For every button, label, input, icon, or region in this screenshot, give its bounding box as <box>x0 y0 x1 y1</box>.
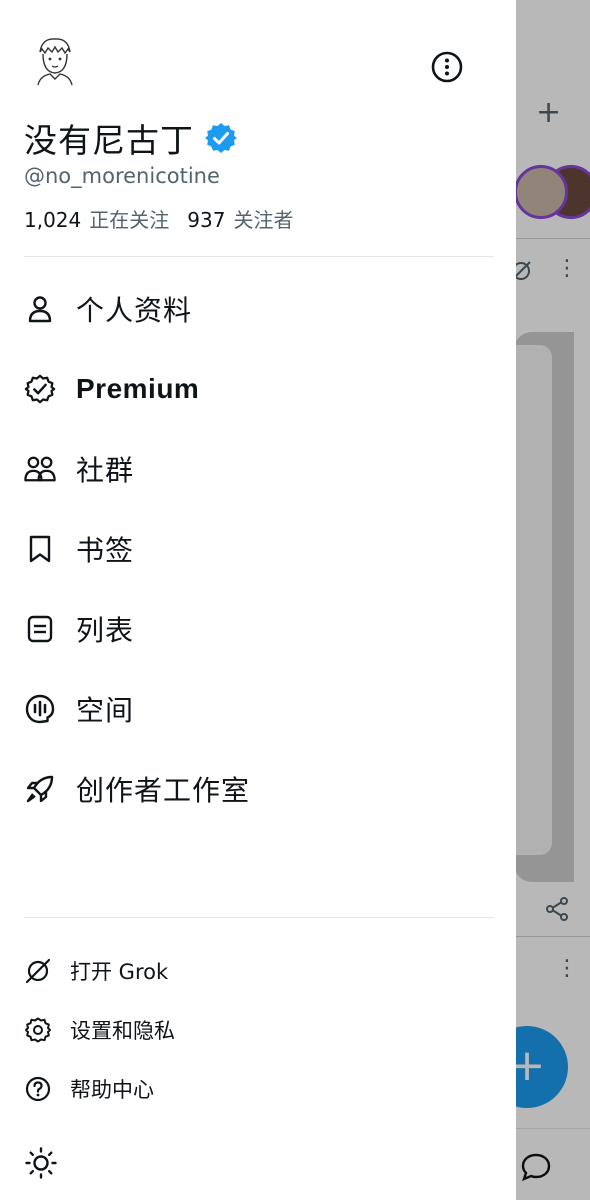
display-name: 没有尼古丁 <box>24 121 194 160</box>
menu-item-bookmarks[interactable]: 书签 <box>24 524 134 574</box>
menu-item-communities[interactable]: 社群 <box>24 444 134 494</box>
drawer-scrim[interactable] <box>514 0 590 1200</box>
menu-item-creator-studio[interactable]: 创作者工作室 <box>24 764 250 814</box>
menu-item-premium[interactable]: Premium <box>24 364 199 414</box>
help-icon <box>24 1075 52 1103</box>
following-count[interactable]: 1,024 <box>24 208 81 232</box>
sub-label: 打开 Grok <box>70 960 169 984</box>
theme-toggle-button[interactable] <box>24 1146 58 1180</box>
gear-icon <box>24 1016 52 1044</box>
menu-item-grok[interactable]: 打开 Grok <box>24 953 168 989</box>
navigation-drawer: 没有尼古丁 @no_morenicotine 1,024 正在关注 937 关注… <box>0 0 516 1200</box>
following-label[interactable]: 正在关注 <box>89 204 169 233</box>
menu-label: 书签 <box>76 534 135 567</box>
menu-item-lists[interactable]: 列表 <box>24 604 134 654</box>
bookmark-icon <box>24 533 56 565</box>
premium-badge-icon <box>24 373 56 405</box>
communities-icon <box>24 453 56 485</box>
grok-icon <box>24 957 52 985</box>
menu-item-spaces[interactable]: 空间 <box>24 684 134 734</box>
person-icon <box>24 293 56 325</box>
spaces-icon <box>24 693 56 725</box>
sub-label: 帮助中心 <box>70 1078 154 1102</box>
menu-label: 空间 <box>76 694 135 727</box>
sub-label: 设置和隐私 <box>70 1019 175 1043</box>
menu-label: 个人资料 <box>76 294 193 327</box>
rocket-icon <box>24 773 56 805</box>
lists-icon <box>24 613 56 645</box>
sun-icon <box>25 1147 57 1179</box>
user-handle: @no_morenicotine <box>24 164 220 188</box>
followers-count[interactable]: 937 <box>187 208 225 232</box>
menu-label: Premium <box>76 373 200 404</box>
menu-label: 创作者工作室 <box>76 774 251 807</box>
more-options-button[interactable] <box>430 50 464 84</box>
menu-item-help[interactable]: 帮助中心 <box>24 1071 154 1107</box>
divider <box>24 256 494 257</box>
verified-badge-icon <box>204 121 238 155</box>
profile-name-row[interactable]: 没有尼古丁 <box>24 114 238 162</box>
menu-label: 社群 <box>76 454 135 487</box>
followers-label[interactable]: 关注者 <box>233 204 293 233</box>
menu-item-settings[interactable]: 设置和隐私 <box>24 1012 175 1048</box>
avatar[interactable] <box>28 32 82 86</box>
follow-stats: 1,024 正在关注 937 关注者 <box>24 204 303 233</box>
menu-item-profile[interactable]: 个人资料 <box>24 284 192 334</box>
menu-label: 列表 <box>76 614 135 647</box>
divider <box>24 917 494 918</box>
more-circle-icon <box>431 51 463 83</box>
